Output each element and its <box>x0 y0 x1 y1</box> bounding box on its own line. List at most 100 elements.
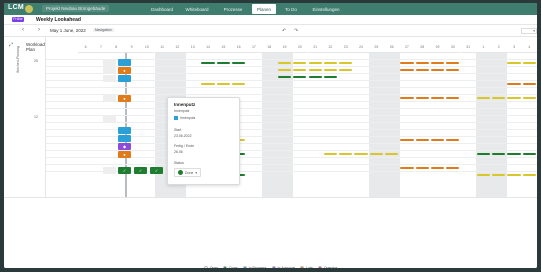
nav-einstellungen[interactable]: Einstellungen <box>304 4 348 14</box>
task-bar[interactable] <box>507 83 521 85</box>
task-cell[interactable] <box>118 127 131 134</box>
task-bar[interactable] <box>507 97 521 99</box>
task-bar[interactable] <box>323 153 338 155</box>
task-bar[interactable] <box>415 69 429 71</box>
task-cell[interactable]: ● <box>118 95 131 102</box>
task-bar[interactable] <box>293 69 307 71</box>
task-cell[interactable] <box>103 115 116 122</box>
task-bar[interactable] <box>446 167 460 169</box>
nav-prozesse[interactable]: Prozesse <box>216 4 250 14</box>
task-bar[interactable] <box>430 139 445 141</box>
task-bar[interactable] <box>507 174 521 176</box>
day-header: 21 <box>307 37 323 53</box>
task-bar[interactable] <box>430 62 445 64</box>
task-bar[interactable] <box>446 139 460 141</box>
task-cell[interactable]: ● <box>118 67 131 74</box>
start-label: Start <box>174 128 182 132</box>
task-bar[interactable] <box>339 153 353 155</box>
task-bar[interactable] <box>522 174 536 176</box>
task-cell[interactable] <box>103 95 116 102</box>
task-cell[interactable]: ✓ <box>134 167 147 174</box>
task-bar[interactable] <box>293 62 307 64</box>
task-bar[interactable] <box>385 153 399 155</box>
task-bar[interactable] <box>354 153 368 155</box>
task-bar[interactable] <box>522 153 536 155</box>
task-bar[interactable] <box>476 97 491 99</box>
task-bar[interactable] <box>476 174 491 176</box>
task-bar[interactable] <box>400 167 414 169</box>
task-cell[interactable] <box>103 75 116 82</box>
task-bar[interactable] <box>476 153 491 155</box>
task-cell[interactable] <box>103 59 116 66</box>
task-bar[interactable] <box>369 153 383 155</box>
task-bar[interactable] <box>430 69 445 71</box>
task-bar[interactable] <box>323 69 338 71</box>
task-bar[interactable] <box>277 76 292 78</box>
task-cell[interactable] <box>103 167 116 174</box>
task-bar[interactable] <box>492 97 506 99</box>
task-cell[interactable] <box>118 59 131 66</box>
task-cell[interactable]: ◆ <box>118 143 131 150</box>
task-bar[interactable] <box>400 69 414 71</box>
task-bar[interactable] <box>323 62 338 64</box>
task-bar[interactable] <box>339 62 353 64</box>
task-bar[interactable] <box>201 83 215 85</box>
task-bar[interactable] <box>522 83 536 85</box>
task-cell[interactable] <box>118 75 131 82</box>
prev-arrow-icon[interactable]: ‹ <box>22 27 24 33</box>
task-bar[interactable] <box>492 174 506 176</box>
task-cell[interactable] <box>118 135 131 142</box>
nav-planen[interactable]: Planen <box>252 4 276 14</box>
task-bar[interactable] <box>277 69 292 71</box>
project-selector[interactable]: Projekt Neubau Bürogebäude <box>42 5 110 12</box>
task-bar[interactable] <box>400 97 414 99</box>
task-bar[interactable] <box>446 62 460 64</box>
task-bar[interactable] <box>232 62 246 64</box>
task-bar[interactable] <box>415 62 429 64</box>
task-bar[interactable] <box>232 83 246 85</box>
task-bar[interactable] <box>446 69 460 71</box>
task-cell[interactable]: ✓ <box>118 167 131 174</box>
nav-dashboard[interactable]: Dashboard <box>146 4 178 14</box>
legend-dot-icon <box>300 266 305 268</box>
task-bar[interactable] <box>415 139 429 141</box>
task-bar[interactable] <box>400 62 414 64</box>
task-bar[interactable] <box>308 76 322 78</box>
task-bar[interactable] <box>400 139 414 141</box>
view-dropdown[interactable]: ▾ <box>521 28 537 34</box>
task-bar[interactable] <box>507 153 521 155</box>
task-bar[interactable] <box>507 62 521 64</box>
task-bar[interactable] <box>415 167 429 169</box>
task-bar[interactable] <box>522 62 536 64</box>
task-bar[interactable] <box>277 62 292 64</box>
task-cell[interactable]: ● <box>118 151 131 158</box>
task-details-popup[interactable]: Innenputz Innenputz Innenputz Start 23.0… <box>167 97 240 185</box>
redo-icon[interactable]: ↷ <box>294 28 298 34</box>
task-bar[interactable] <box>446 97 460 99</box>
status-badge[interactable]: Frühe <box>12 17 24 22</box>
task-bar[interactable] <box>216 83 230 85</box>
date-range[interactable]: May 1 June, 2022 <box>50 28 86 33</box>
next-arrow-icon[interactable]: › <box>38 27 40 33</box>
undo-icon[interactable]: ↶ <box>282 28 286 34</box>
task-bar[interactable] <box>201 62 215 64</box>
task-bar[interactable] <box>522 97 536 99</box>
task-bar[interactable] <box>415 97 429 99</box>
task-bar[interactable] <box>308 62 322 64</box>
nav-todo[interactable]: To Do <box>280 4 302 14</box>
task-bar[interactable] <box>430 97 445 99</box>
task-bar[interactable] <box>293 76 307 78</box>
status-select[interactable]: Done ▾ <box>174 168 202 177</box>
task-bar[interactable] <box>492 153 506 155</box>
task-bar[interactable] <box>339 69 353 71</box>
today-button[interactable]: Navigation <box>93 28 114 32</box>
expand-icon[interactable]: ⤢ <box>9 42 13 48</box>
task-bar[interactable] <box>323 76 338 78</box>
task-bar[interactable] <box>430 167 445 169</box>
task-bar[interactable] <box>216 62 230 64</box>
day-number: 13 <box>190 45 195 49</box>
task-cell[interactable] <box>103 67 116 74</box>
task-cell[interactable]: ✓ <box>150 167 163 174</box>
task-bar[interactable] <box>308 69 322 71</box>
nav-whiteboard[interactable]: Whiteboard <box>180 4 214 14</box>
